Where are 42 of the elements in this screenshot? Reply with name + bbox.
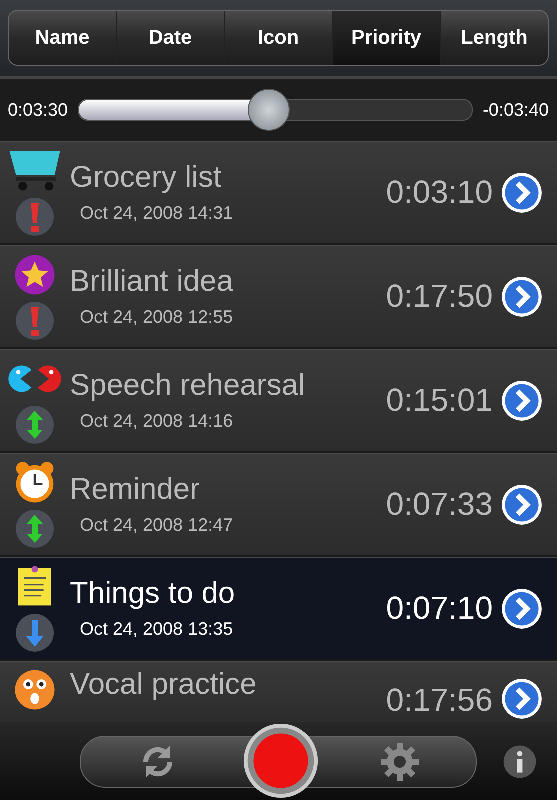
recording-date: Oct 24, 2008 12:55 [79, 307, 234, 328]
recording-length: 0:03:10 [386, 174, 493, 211]
settings-icon[interactable] [380, 742, 420, 782]
recording-row[interactable]: Things to do Oct 24, 2008 13:35 0:07:10 [0, 557, 557, 661]
detail-disclosure-icon[interactable] [501, 484, 543, 526]
recording-title: Things to do [70, 577, 236, 611]
exclamation-icon [15, 196, 55, 236]
detail-disclosure-icon[interactable] [501, 380, 543, 422]
recording-row[interactable]: Vocal practice 0:17:56 [0, 661, 557, 722]
recording-row[interactable]: Brilliant idea Oct 24, 2008 12:55 0:17:50 [0, 245, 557, 349]
recording-row[interactable]: Grocery list Oct 24, 2008 14:31 0:03:10 [0, 141, 557, 245]
sort-tab[interactable]: Name [9, 11, 117, 65]
detail-disclosure-icon[interactable] [501, 588, 543, 630]
recording-date: Oct 24, 2008 14:31 [79, 203, 234, 224]
sort-tab[interactable]: Date [117, 11, 225, 65]
sort-tab[interactable]: Length [441, 11, 548, 65]
recording-length: 0:07:33 [386, 486, 493, 523]
recording-length: 0:15:01 [386, 382, 493, 419]
detail-disclosure-icon[interactable] [501, 678, 543, 720]
recording-title: Brilliant idea [70, 265, 234, 299]
exclamation-icon [15, 300, 55, 340]
recording-title: Speech rehearsal [70, 369, 306, 403]
detail-disclosure-icon[interactable] [501, 172, 543, 214]
sort-tab[interactable]: Priority [333, 11, 441, 65]
recording-date: Oct 24, 2008 13:35 [79, 619, 234, 640]
recording-row[interactable]: Speech rehearsal Oct 24, 2008 14:16 0:15:01 [0, 349, 557, 453]
record-button[interactable] [242, 722, 320, 800]
info-icon[interactable] [502, 744, 538, 780]
recording-title: Grocery list [70, 161, 223, 195]
remaining-time: -0:03:40 [482, 100, 549, 120]
recording-title: Vocal practice [70, 668, 258, 702]
recording-title: Reminder [70, 473, 202, 507]
detail-disclosure-icon[interactable] [501, 276, 543, 318]
elapsed-time: 0:03:30 [8, 100, 68, 120]
recording-length: 0:17:50 [386, 278, 493, 315]
recording-date: Oct 24, 2008 12:47 [79, 515, 234, 536]
slider-thumb[interactable] [248, 89, 290, 131]
recording-row[interactable]: Reminder Oct 24, 2008 12:47 0:07:33 [0, 453, 557, 557]
recording-length: 0:17:56 [386, 682, 493, 719]
recording-date: Oct 24, 2008 14:16 [79, 411, 234, 432]
recording-length: 0:07:10 [386, 590, 493, 627]
slider-track[interactable] [78, 99, 473, 121]
